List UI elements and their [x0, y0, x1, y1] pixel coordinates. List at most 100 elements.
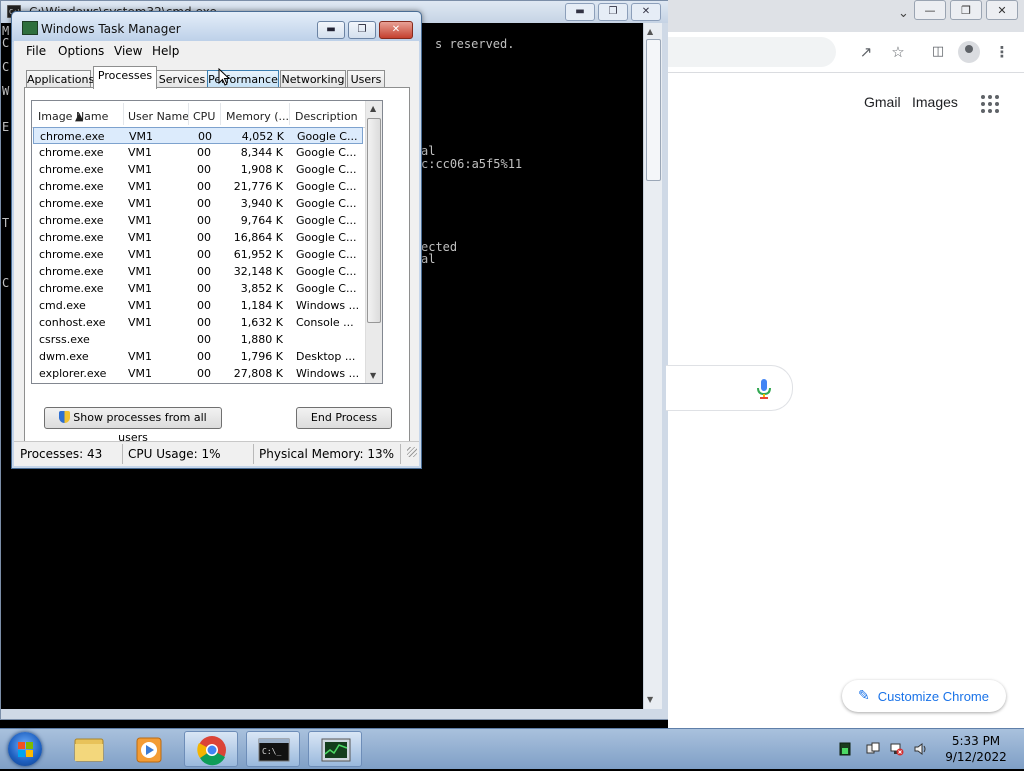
task-manager-menubar: File Options View Help: [14, 41, 419, 61]
table-row[interactable]: chrome.exe VM1 00 21,776 K Google C...: [33, 178, 363, 195]
cmd-scroll-thumb[interactable]: [646, 39, 661, 181]
voice-search-icon[interactable]: [756, 378, 772, 400]
col-description[interactable]: Description: [295, 110, 361, 123]
table-row[interactable]: chrome.exe VM1 00 1,908 K Google C...: [33, 161, 363, 178]
chrome-close-button[interactable]: ✕: [986, 0, 1018, 20]
table-row[interactable]: explorer.exe VM1 00 27,808 K Windows ...: [33, 365, 363, 382]
table-row[interactable]: dwm.exe VM1 00 1,796 K Desktop ...: [33, 348, 363, 365]
chrome-tabstrip[interactable]: ⌄ — ❐ ✕: [668, 0, 1024, 32]
table-row[interactable]: chrome.exe VM1 00 61,952 K Google C...: [33, 246, 363, 263]
process-list-header: ▲ Image Name User Name CPU Memory (... D…: [32, 101, 382, 128]
console-char: E: [2, 120, 10, 134]
col-memory[interactable]: Memory (...: [226, 110, 288, 123]
cell-user-name: VM1: [129, 130, 154, 143]
process-list[interactable]: ▲ Image Name User Name CPU Memory (... D…: [31, 100, 383, 384]
tray-action-center-icon[interactable]: [866, 742, 880, 756]
cell-user-name: VM1: [128, 163, 153, 176]
cell-image-name: csrss.exe: [39, 333, 90, 346]
table-row[interactable]: chrome.exe VM1 00 9,764 K Google C...: [33, 212, 363, 229]
cell-cpu: 00: [197, 367, 211, 380]
menu-help[interactable]: Help: [152, 44, 179, 58]
tab-users[interactable]: Users: [347, 70, 385, 88]
col-user-name[interactable]: User Name: [128, 110, 188, 123]
table-row[interactable]: chrome.exe VM1 00 3,852 K Google C...: [33, 280, 363, 297]
cmd-minimize-button[interactable]: ▬: [565, 3, 595, 21]
cell-memory: 21,776 K: [233, 180, 283, 193]
scroll-up-icon[interactable]: ▲: [370, 104, 376, 113]
clock-time: 5:33 PM: [951, 734, 1001, 748]
cmd-icon: C:\_: [258, 738, 290, 762]
system-clock[interactable]: 5:33 PM 9/12/2022: [940, 733, 1012, 765]
scroll-up-icon[interactable]: ▲: [647, 27, 653, 36]
cmd-maximize-button[interactable]: ❐: [598, 3, 628, 21]
col-cpu[interactable]: CPU: [193, 110, 219, 123]
tm-maximize-button[interactable]: ❐: [348, 21, 376, 39]
table-row[interactable]: conhost.exe VM1 00 1,632 K Console ...: [33, 314, 363, 331]
menu-options[interactable]: Options: [58, 44, 104, 58]
table-row[interactable]: chrome.exe VM1 00 3,940 K Google C...: [33, 195, 363, 212]
menu-file[interactable]: File: [26, 44, 46, 58]
gmail-link[interactable]: Gmail: [864, 94, 901, 110]
cell-memory: 32,148 K: [233, 265, 283, 278]
show-all-processes-button[interactable]: Show processes from all users: [44, 407, 222, 444]
table-row[interactable]: cmd.exe VM1 00 1,184 K Windows ...: [33, 297, 363, 314]
task-manager-title: Windows Task Manager: [41, 22, 181, 36]
tray-volume-icon[interactable]: [914, 742, 928, 756]
google-apps-icon[interactable]: [981, 95, 999, 113]
tm-close-button[interactable]: ✕: [379, 21, 413, 39]
images-link[interactable]: Images: [912, 94, 958, 110]
tray-network-icon[interactable]: [890, 742, 904, 756]
cell-memory: 61,952 K: [233, 248, 283, 261]
profile-avatar[interactable]: [958, 41, 980, 63]
cell-cpu: 00: [197, 197, 211, 210]
start-button[interactable]: [8, 732, 42, 766]
cmd-scrollbar[interactable]: ▲ ▼: [643, 23, 662, 709]
cell-user-name: VM1: [128, 350, 153, 363]
task-manager-titlebar[interactable]: Windows Task Manager ▬ ❐ ✕: [12, 12, 421, 42]
chrome-restore-button[interactable]: ❐: [950, 0, 982, 20]
cell-description: Google C...: [296, 180, 357, 193]
status-cpu: CPU Usage: 1%: [128, 447, 221, 461]
table-row[interactable]: chrome.exe VM1 00 32,148 K Google C...: [33, 263, 363, 280]
scroll-down-icon[interactable]: ▼: [370, 371, 376, 380]
chrome-minimize-button[interactable]: —: [914, 0, 946, 20]
cmd-close-button[interactable]: ✕: [631, 3, 661, 21]
cell-description: Google C...: [296, 197, 357, 210]
table-row[interactable]: csrss.exe 00 1,880 K: [33, 331, 363, 348]
tm-minimize-button[interactable]: ▬: [317, 21, 345, 39]
bookmark-star-icon[interactable]: ☆: [888, 42, 908, 62]
customize-chrome-button[interactable]: ✎ Customize Chrome: [842, 680, 1006, 712]
resize-grip-icon[interactable]: [407, 447, 417, 457]
taskbar-explorer-button[interactable]: [62, 731, 116, 767]
process-list-scrollbar[interactable]: ▲ ▼: [365, 101, 382, 383]
tab-services[interactable]: Services: [156, 70, 208, 88]
tray-cpu-meter-icon[interactable]: [838, 742, 852, 756]
menu-view[interactable]: View: [114, 44, 142, 58]
tab-applications[interactable]: Applications: [26, 70, 94, 88]
cell-image-name: chrome.exe: [39, 282, 104, 295]
uac-shield-icon: [59, 411, 71, 423]
menu-kebab-icon[interactable]: ⋮: [992, 42, 1012, 62]
cell-image-name: chrome.exe: [39, 265, 104, 278]
taskbar-task-manager-button[interactable]: [308, 731, 362, 767]
tab-processes[interactable]: Processes: [93, 66, 157, 89]
taskbar-media-player-button[interactable]: [122, 731, 176, 767]
tab-networking[interactable]: Networking: [280, 70, 346, 88]
tab-search-chevron-icon[interactable]: ⌄: [898, 6, 909, 21]
console-line: al: [421, 252, 436, 266]
address-bar[interactable]: [668, 37, 836, 67]
side-panel-icon[interactable]: ◫: [928, 42, 948, 62]
table-row[interactable]: chrome.exe VM1 00 8,344 K Google C...: [33, 144, 363, 161]
col-image-name[interactable]: Image Name: [38, 110, 122, 123]
taskbar-cmd-button[interactable]: C:\_: [246, 731, 300, 767]
cell-image-name: chrome.exe: [39, 180, 104, 193]
cell-image-name: chrome.exe: [39, 214, 104, 227]
scroll-down-icon[interactable]: ▼: [647, 695, 653, 704]
process-list-scroll-thumb[interactable]: [367, 118, 381, 323]
table-row[interactable]: chrome.exe VM1 00 16,864 K Google C...: [33, 229, 363, 246]
table-row[interactable]: chrome.exe VM1 00 4,052 K Google C...: [33, 127, 363, 144]
taskbar-chrome-button[interactable]: [184, 731, 238, 767]
end-process-button[interactable]: End Process: [296, 407, 392, 429]
share-icon[interactable]: ↗: [856, 42, 876, 62]
google-search-box[interactable]: [666, 365, 793, 411]
